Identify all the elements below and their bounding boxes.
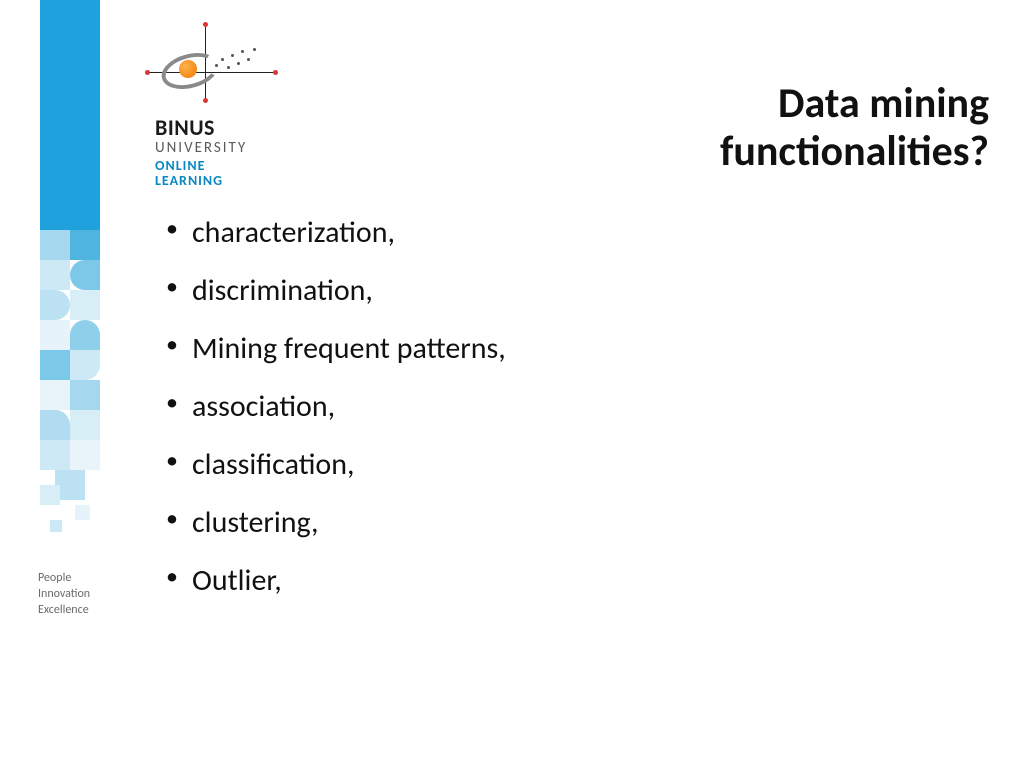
tagline-line: Excellence [38,602,90,618]
bullet-list: characterization, discrimination, Mining… [160,215,506,599]
tagline-line: Innovation [38,586,90,602]
slide-title: Data mining functionalities? [720,80,989,177]
list-item: characterization, [160,215,506,251]
sidebar-decoration [40,0,100,560]
tagline-line: People [38,570,90,586]
logo-text: BINUS UNIVERSITY ONLINE LEARNING [155,116,325,188]
binus-logo: BINUS UNIVERSITY ONLINE LEARNING [155,30,325,188]
list-item: classification, [160,447,506,483]
list-item: association, [160,389,506,425]
sidebar-tagline: People Innovation Excellence [38,570,90,619]
sidebar-tile-pattern [40,230,100,560]
list-item: Mining frequent patterns, [160,331,506,367]
list-item: clustering, [160,505,506,541]
logo-line-online: ONLINE [155,158,325,173]
title-line: Data mining [720,80,989,128]
list-item: discrimination, [160,273,506,309]
list-item: Outlier, [160,563,506,599]
logo-line-university: UNIVERSITY [155,140,325,156]
logo-line-learning: LEARNING [155,173,325,188]
slide-body: characterization, discrimination, Mining… [160,215,506,621]
logo-mark-icon [155,30,285,110]
logo-line-binus: BINUS [155,116,325,140]
title-line: functionalities? [720,128,989,176]
sidebar-blue-block [40,0,100,230]
